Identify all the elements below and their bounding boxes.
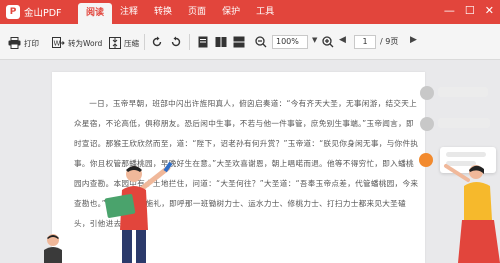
maximize-icon[interactable]: ☐: [465, 4, 475, 17]
window-controls: — ☐ ✕: [444, 4, 494, 17]
rotate-left-icon[interactable]: [151, 36, 163, 48]
close-icon[interactable]: ✕: [485, 4, 494, 17]
pointing-person-illustration: [444, 164, 500, 263]
tab-annotate[interactable]: 注释: [112, 0, 146, 24]
previous-page-icon[interactable]: ◀: [339, 35, 346, 45]
page-number-input[interactable]: 1: [354, 35, 376, 49]
zoom-out-icon[interactable]: [255, 36, 267, 48]
to-word-button[interactable]: W 转为Word: [52, 36, 102, 50]
reading-person-illustration: [104, 161, 173, 263]
svg-text:W: W: [54, 40, 61, 48]
compress-label: 压缩: [124, 38, 139, 48]
next-page-icon[interactable]: ▶: [410, 35, 417, 45]
convert-word-icon: W: [52, 37, 65, 48]
chevron-down-icon[interactable]: ▼: [312, 36, 317, 44]
print-label: 打印: [24, 38, 39, 48]
two-page-icon[interactable]: [215, 36, 227, 48]
zoom-in-icon[interactable]: [322, 36, 334, 48]
comment-placeholder-bar: [438, 87, 488, 97]
printer-icon: [8, 37, 21, 49]
toolbar: 打印 W 转为Word 压缩 100% ▼ ◀ 1 / 9页 ▶: [0, 24, 500, 60]
continuous-page-icon[interactable]: [233, 36, 245, 48]
comment-bubble-icon: [420, 117, 434, 131]
toolbar-divider: [144, 34, 145, 50]
tab-convert[interactable]: 转换: [146, 0, 180, 24]
comment-placeholder-bar: [438, 118, 490, 128]
print-button[interactable]: 打印: [8, 36, 39, 50]
pdf-logo-icon: P: [6, 5, 20, 19]
toolbar-divider: [189, 34, 190, 50]
page-total: / 9页: [380, 37, 399, 46]
to-word-label: 转为Word: [68, 38, 103, 48]
tab-protect[interactable]: 保护: [214, 0, 248, 24]
zoom-level-input[interactable]: 100%: [272, 35, 308, 49]
tab-tools[interactable]: 工具: [248, 0, 282, 24]
compress-icon: [109, 37, 121, 49]
rotate-right-icon[interactable]: [170, 36, 182, 48]
title-bar: P 金山PDF 阅读 注释 转换 页面 保护 工具 — ☐ ✕: [0, 0, 500, 24]
compress-button[interactable]: 压缩: [109, 36, 139, 50]
app-name: 金山PDF: [24, 8, 62, 19]
main-menu: 阅读 注释 转换 页面 保护 工具: [78, 0, 282, 24]
comment-line: [446, 152, 486, 157]
app-logo[interactable]: P 金山PDF: [6, 4, 62, 20]
active-comment-bubble-icon: [419, 153, 433, 167]
tab-read[interactable]: 阅读: [78, 3, 113, 24]
small-person-illustration: [44, 234, 62, 263]
tab-page[interactable]: 页面: [180, 0, 214, 24]
minimize-icon[interactable]: —: [444, 4, 455, 17]
single-page-icon[interactable]: [197, 36, 209, 48]
comment-bubble-icon: [420, 86, 434, 100]
